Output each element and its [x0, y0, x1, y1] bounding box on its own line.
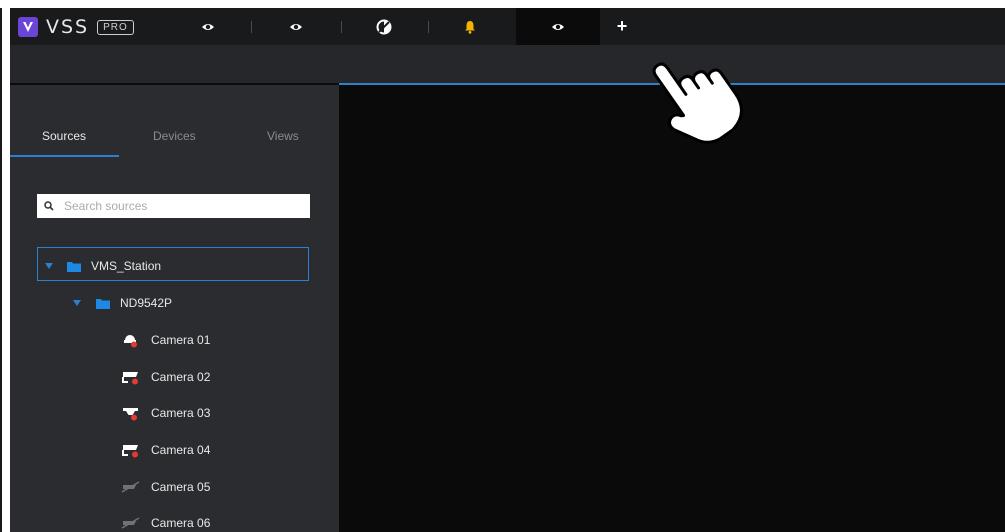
dome-camera-icon	[124, 335, 137, 348]
tree-item-device[interactable]: ND9542P	[73, 296, 172, 310]
camera-item[interactable]: Camera 06	[120, 515, 210, 531]
expand-caret-icon[interactable]	[45, 263, 53, 269]
tab-color-settings[interactable]	[362, 8, 406, 45]
eye-icon	[552, 23, 564, 30]
search-icon	[44, 201, 54, 211]
camera-item[interactable]: Camera 05	[120, 479, 210, 495]
sources-panel: Sources Devices Views VMS_Station ND9542…	[10, 85, 339, 532]
logo-text: VSS	[46, 16, 90, 38]
folder-icon	[67, 261, 81, 272]
camera-disabled-icon	[121, 517, 140, 529]
camera-item[interactable]: Camera 01	[120, 332, 210, 348]
eye-icon	[202, 23, 214, 30]
bullet-camera-icon	[122, 372, 138, 385]
search-input[interactable]	[62, 198, 296, 214]
camera-item[interactable]: Camera 04	[120, 442, 210, 458]
camera-label: Camera 04	[151, 443, 211, 457]
top-tab-bar: VSS PRO +	[10, 8, 1005, 45]
tree-item-station[interactable]: VMS_Station	[45, 259, 161, 273]
ceiling-camera-icon	[123, 408, 138, 421]
search-box	[37, 194, 310, 218]
tab-separator	[341, 21, 342, 33]
camera-label: Camera 02	[151, 370, 211, 384]
camera-label: Camera 06	[151, 516, 211, 530]
window-edge	[0, 8, 2, 532]
camera-item[interactable]: Camera 02	[120, 369, 210, 385]
station-label: VMS_Station	[91, 259, 162, 273]
pointing-hand-icon	[652, 62, 743, 144]
tab-separator	[428, 21, 429, 33]
tab-view-active[interactable]	[516, 8, 600, 45]
camera-label: Camera 01	[151, 333, 211, 347]
tab-alarms[interactable]	[448, 8, 492, 45]
camera-label: Camera 05	[151, 480, 211, 494]
app-logo: VSS PRO	[18, 16, 134, 38]
tab-view-2[interactable]	[274, 8, 318, 45]
tab-views[interactable]: Views	[267, 129, 299, 143]
bullet-camera-icon	[122, 445, 138, 458]
device-label: ND9542P	[120, 296, 173, 310]
add-tab-button[interactable]: +	[610, 8, 634, 45]
toolbar-strip	[10, 45, 1005, 83]
tab-sources[interactable]: Sources	[42, 129, 86, 143]
camera-item[interactable]: Camera 03	[120, 405, 210, 421]
folder-icon	[96, 298, 110, 309]
add-tab-label: +	[616, 16, 628, 36]
tab-devices[interactable]: Devices	[153, 129, 196, 143]
bell-icon	[465, 20, 475, 34]
vss-app-window: VSS PRO + Sources Devices Views Search s…	[10, 8, 1005, 532]
color-palette-icon	[376, 19, 392, 34]
panel-tabs: Sources Devices Views	[10, 85, 339, 157]
tab-view-1[interactable]	[186, 8, 230, 45]
eye-icon	[290, 23, 302, 30]
active-tab-underline	[10, 155, 119, 157]
camera-disabled-icon	[121, 481, 140, 493]
tab-separator	[251, 21, 252, 33]
camera-label: Camera 03	[151, 406, 211, 420]
logo-v-icon	[18, 17, 38, 37]
logo-pro-badge: PRO	[97, 19, 134, 35]
expand-caret-icon[interactable]	[73, 300, 81, 306]
